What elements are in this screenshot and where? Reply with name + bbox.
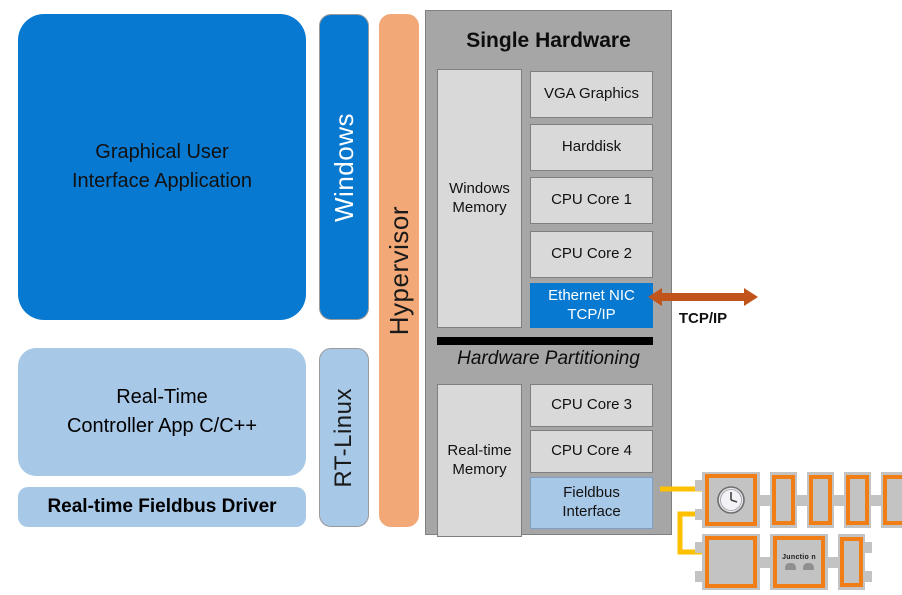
- rtlinux-os-bar: RT-Linux: [319, 348, 369, 527]
- harddisk-cell: Harddisk: [530, 124, 653, 171]
- module-connector: [828, 556, 838, 568]
- fieldbus-device-row-top: [695, 472, 902, 528]
- realtime-controller-app-box: Real-Time Controller App C/C++: [18, 348, 306, 476]
- module-frame: [705, 474, 757, 526]
- module-frame: Junctio n: [773, 536, 825, 588]
- hypervisor-label: Hypervisor: [383, 205, 414, 336]
- module-tab: [695, 480, 703, 491]
- module-tab: [864, 571, 872, 582]
- fieldbus-module-2: [770, 472, 797, 528]
- fieldbus-device-row-bottom: Junctio n: [695, 534, 872, 590]
- cpu-core-3-cell: CPU Core 3: [530, 384, 653, 427]
- module-frame: [809, 475, 832, 525]
- module-connector: [760, 494, 770, 506]
- gui-application-box: Graphical User Interface Application: [18, 14, 306, 320]
- module-frame: [772, 475, 795, 525]
- windows-os-bar: Windows: [319, 14, 369, 320]
- fieldbus-module-4: [844, 472, 871, 528]
- junction-icon: [784, 563, 814, 570]
- hardware-partitioning-title: Hardware Partitioning: [457, 348, 640, 369]
- ethernet-nic-line2: TCP/IP: [567, 305, 616, 323]
- junction-plug: [802, 563, 814, 570]
- cpu-core-4-cell: CPU Core 4: [530, 430, 653, 473]
- module-tab: [695, 571, 703, 582]
- vga-graphics-label: VGA Graphics: [543, 85, 640, 103]
- harddisk-label: Harddisk: [561, 138, 622, 156]
- ethernet-nic-cell: Ethernet NIC TCP/IP: [530, 283, 653, 328]
- module-tab: [864, 542, 872, 553]
- realtime-controller-line1: Real-Time: [116, 386, 208, 408]
- module-tab: [695, 509, 703, 520]
- module-frame: [840, 537, 863, 587]
- cpu-core-2-label: CPU Core 2: [551, 245, 632, 263]
- single-hardware-title: Single Hardware: [466, 29, 631, 52]
- realtime-fieldbus-driver-label: Real-time Fieldbus Driver: [47, 496, 277, 517]
- fieldbus-interface-line1: Fieldbus: [563, 484, 620, 502]
- windows-memory-line1: Windows: [449, 179, 510, 197]
- gui-application-line2: Interface Application: [71, 170, 253, 192]
- gui-application-line1: Graphical User: [95, 141, 229, 163]
- fieldbus-module-5: [881, 472, 902, 528]
- fieldbus-module-3: [807, 472, 834, 528]
- cpu-core-2-cell: CPU Core 2: [530, 231, 653, 278]
- fieldbus-module-end: [838, 534, 872, 590]
- cpu-core-1-label: CPU Core 1: [551, 191, 632, 209]
- single-hardware-panel: Single Hardware Windows Memory VGA Graph…: [425, 10, 672, 537]
- partition-divider: [437, 337, 653, 345]
- junction-plug: [784, 563, 796, 570]
- fieldbus-interface-cell: Fieldbus Interface: [530, 477, 653, 529]
- fieldbus-interface-line2: Interface: [562, 503, 621, 520]
- module-connector: [834, 494, 844, 506]
- fieldbus-module-blank: [695, 534, 760, 590]
- module-connector: [760, 556, 770, 568]
- windows-memory-cell: Windows Memory: [437, 69, 522, 328]
- clock-icon: [717, 486, 745, 514]
- cpu-core-4-label: CPU Core 4: [551, 442, 632, 460]
- tcpip-label: TCP/IP: [678, 310, 728, 327]
- realtime-fieldbus-driver-box: Real-time Fieldbus Driver: [18, 487, 306, 527]
- fieldbus-module-clock: [695, 472, 760, 528]
- cpu-core-3-label: CPU Core 3: [551, 396, 632, 414]
- module-frame: [883, 475, 902, 525]
- vga-graphics-cell: VGA Graphics: [530, 71, 653, 118]
- module-connector: [871, 494, 881, 506]
- rtlinux-os-label: RT-Linux: [330, 387, 357, 488]
- windows-memory-line2: Memory: [452, 198, 507, 216]
- windows-os-label: Windows: [328, 112, 359, 222]
- module-frame: [846, 475, 869, 525]
- tcpip-double-arrow-icon: [648, 288, 758, 306]
- realtime-memory-line2: Memory: [452, 460, 507, 478]
- module-frame: [705, 536, 757, 588]
- realtime-memory-cell: Real-time Memory: [437, 384, 522, 537]
- junction-label: Junctio n: [782, 554, 816, 561]
- realtime-memory-line1: Real-time: [447, 441, 512, 459]
- ethernet-nic-line1: Ethernet NIC: [548, 286, 635, 304]
- fieldbus-module-junction: Junctio n: [770, 534, 828, 590]
- realtime-controller-line2: Controller App C/C++: [66, 415, 258, 437]
- hypervisor-bar: Hypervisor: [379, 14, 419, 527]
- module-connector: [797, 494, 807, 506]
- cpu-core-1-cell: CPU Core 1: [530, 177, 653, 224]
- module-tab: [695, 542, 703, 553]
